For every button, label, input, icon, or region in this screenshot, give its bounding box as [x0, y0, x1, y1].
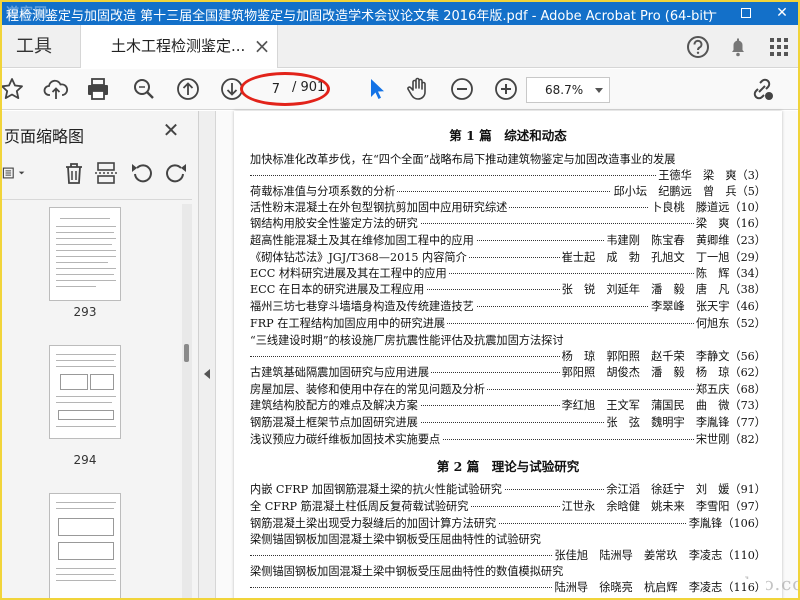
zoom-value: 68.7%: [545, 83, 584, 97]
hand-tool-icon[interactable]: [404, 75, 432, 103]
toc-entry[interactable]: 建筑结构胶配方的难点及解决方案 李红旭 王文军 蒲国民 曲 微（73）: [250, 397, 766, 413]
panel-toolbar: [2, 153, 199, 195]
toc-entry[interactable]: 房屋加层、装修和使用中存在的常见问题及分析 郑五庆（68）: [250, 381, 766, 397]
zoom-select[interactable]: 68.7%: [526, 77, 610, 103]
toc-entry[interactable]: 梁侧锚固钢板加固混凝土梁中钢板受压屈曲特性的试验研究: [250, 531, 766, 547]
thumbnail-label: 293: [73, 305, 97, 319]
previous-page-icon[interactable]: [174, 75, 202, 103]
apps-grid-icon[interactable]: [765, 33, 793, 61]
toc-entry[interactable]: 全 CFRP 筋混凝土柱低周反复荷载试验研究 江世永 余晗健 姚未来 李雪阳（97…: [250, 498, 766, 514]
toc-entry[interactable]: 荷载标准值与分项系数的分析 邱小坛 纪鹏远 曾 兵（5）: [250, 183, 766, 199]
next-page-icon[interactable]: [218, 75, 246, 103]
pdf-page: 第 1 篇 综述和动态 加快标准化改革步伐，在“四个全面”战略布局下推动建筑物鉴…: [234, 111, 782, 598]
page-extract-icon[interactable]: [92, 159, 120, 187]
panel-collapse-strip[interactable]: [199, 111, 216, 598]
toc-entry[interactable]: 钢筋混凝土框架节点加固研究进展张 弦 魏明宇 李胤锋（77）: [250, 414, 766, 430]
toc-entry[interactable]: FRP 在工程结构加固应用中的研究进展 何旭东（52）: [250, 315, 766, 331]
toc-entry[interactable]: 加快标准化改革步伐，在“四个全面”战略布局下推动建筑物鉴定与加固改造事业的发展: [250, 151, 766, 167]
zoom-search-icon[interactable]: [130, 75, 158, 103]
toc-entry[interactable]: 古建筑基础隔震加固研究与应用进展 郭阳照 胡俊杰 潘 毅 杨 琼（62）: [250, 364, 766, 380]
trash-icon[interactable]: [60, 159, 88, 187]
thumbnail-panel: 页面缩略图 ✕ 293 294: [2, 111, 199, 598]
scrollbar-thumb[interactable]: [184, 344, 189, 362]
toc-entry[interactable]: 福州三坊七巷穿斗墙墙身构造及传统建造技艺 李翠峰 张天宇（46）: [250, 298, 766, 314]
section-heading: 第 1 篇 综述和动态: [449, 128, 567, 143]
panel-scrollbar[interactable]: [182, 204, 192, 598]
watermark-logo: 道客网: [6, 6, 49, 21]
toc-entry[interactable]: 内嵌 CFRP 加固钢筋混凝土梁的抗火性能试验研究 余江滔 徐廷宁 刘 媛（91）: [250, 481, 766, 497]
close-window-button[interactable]: ✕: [764, 2, 798, 25]
toc-entry[interactable]: ECC 在日本的研究进展及工程应用张 锐 刘延年 潘 毅 唐 凡（38）: [250, 281, 766, 297]
tab-bar: 工具 土木工程检测鉴定... ×: [2, 25, 798, 68]
select-cursor-icon[interactable]: [362, 75, 390, 103]
maximize-button[interactable]: [728, 2, 764, 25]
window-title: 程检测鉴定与加固改造 第十三届全国建筑物鉴定与加固改造学术会议论文集 2016年…: [6, 9, 714, 24]
thumbnail-label: 294: [73, 453, 97, 467]
toc-entry[interactable]: 超高性能混凝土及其在维修加固工程中的应用 韦建刚 陈宝春 黄卿维（23）: [250, 232, 766, 248]
toc-entry[interactable]: 钢筋混凝土梁出现受力裂缝后的加固计算方法研究 李胤锋（106）: [250, 515, 766, 531]
collapse-arrow-icon: [204, 369, 210, 379]
zoom-in-icon[interactable]: [492, 75, 520, 103]
section-heading: 第 2 篇 理论与试验研究: [436, 459, 580, 474]
options-menu-icon[interactable]: [2, 159, 30, 187]
tab-close-button[interactable]: ×: [250, 25, 274, 68]
toc-entry[interactable]: 杨 琼 郭阳照 赵千荣 李静文（56）: [250, 348, 766, 364]
thumbnail-293[interactable]: [49, 207, 121, 301]
rotate-right-icon[interactable]: [162, 159, 190, 187]
page-number-input[interactable]: [248, 78, 284, 100]
toc-entry[interactable]: 张佳旭 陆洲导 姜常玖 李凌志（110）: [250, 547, 766, 563]
help-icon[interactable]: [684, 33, 712, 61]
toc-entry[interactable]: 浅议预应力碳纤维板加固技术实施要点 宋世刚（82）: [250, 431, 766, 447]
share-link-icon[interactable]: [748, 75, 776, 103]
cloud-upload-icon[interactable]: [42, 75, 70, 103]
zoom-out-icon[interactable]: [448, 75, 476, 103]
panel-title: 页面缩略图: [4, 127, 85, 146]
toc-entry[interactable]: 钢结构用胶安全性鉴定方法的研究梁 爽（16）: [250, 215, 766, 231]
toc-entry[interactable]: 活性粉末混凝土在外包型钢抗剪加固中应用研究综述 卜良桃 滕道远（10）: [250, 199, 766, 215]
print-icon[interactable]: [84, 75, 112, 103]
toc-entry[interactable]: ECC 材料研究进展及其在工程中的应用陈 辉（34）: [250, 265, 766, 281]
document-view[interactable]: 第 1 篇 综述和动态 加快标准化改革步伐，在“四个全面”战略布局下推动建筑物鉴…: [216, 111, 798, 598]
bell-icon[interactable]: [724, 33, 752, 61]
toc-entry[interactable]: 陆洲导 徐晓亮 杭启辉 李凌志（116）: [250, 579, 766, 595]
title-bar: 程检测鉴定与加固改造 第十三届全国建筑物鉴定与加固改造学术会议论文集 2016年…: [2, 2, 798, 25]
main-toolbar: / 901 68.7%: [2, 69, 798, 110]
app-window: 程检测鉴定与加固改造 第十三届全国建筑物鉴定与加固改造学术会议论文集 2016年…: [0, 0, 800, 600]
thumbnail-295[interactable]: [49, 493, 121, 598]
tab-tools[interactable]: 工具: [2, 25, 80, 68]
thumbnail-294[interactable]: [49, 345, 121, 439]
star-icon[interactable]: [0, 75, 26, 103]
rotate-left-icon[interactable]: [128, 159, 156, 187]
tab-document[interactable]: 土木工程检测鉴定...: [80, 25, 278, 68]
panel-divider: [2, 199, 192, 200]
minimize-button[interactable]: —: [692, 2, 728, 25]
toc-entry[interactable]: “三线建设时期”的核设施厂房抗震性能评估及抗震加固方法探讨: [250, 332, 766, 348]
panel-close-button[interactable]: ✕: [160, 119, 182, 141]
chevron-down-icon: [595, 88, 603, 93]
maximize-icon: [741, 8, 751, 18]
page-total: / 901: [292, 80, 326, 95]
toc-entry[interactable]: 王德华 梁 爽（3）: [250, 167, 766, 183]
toc-entry[interactable]: 《砌体钻芯法》JGJ/T368—2015 内容简介 崔士起 成 勃 孔旭文 丁一旭…: [250, 249, 766, 265]
